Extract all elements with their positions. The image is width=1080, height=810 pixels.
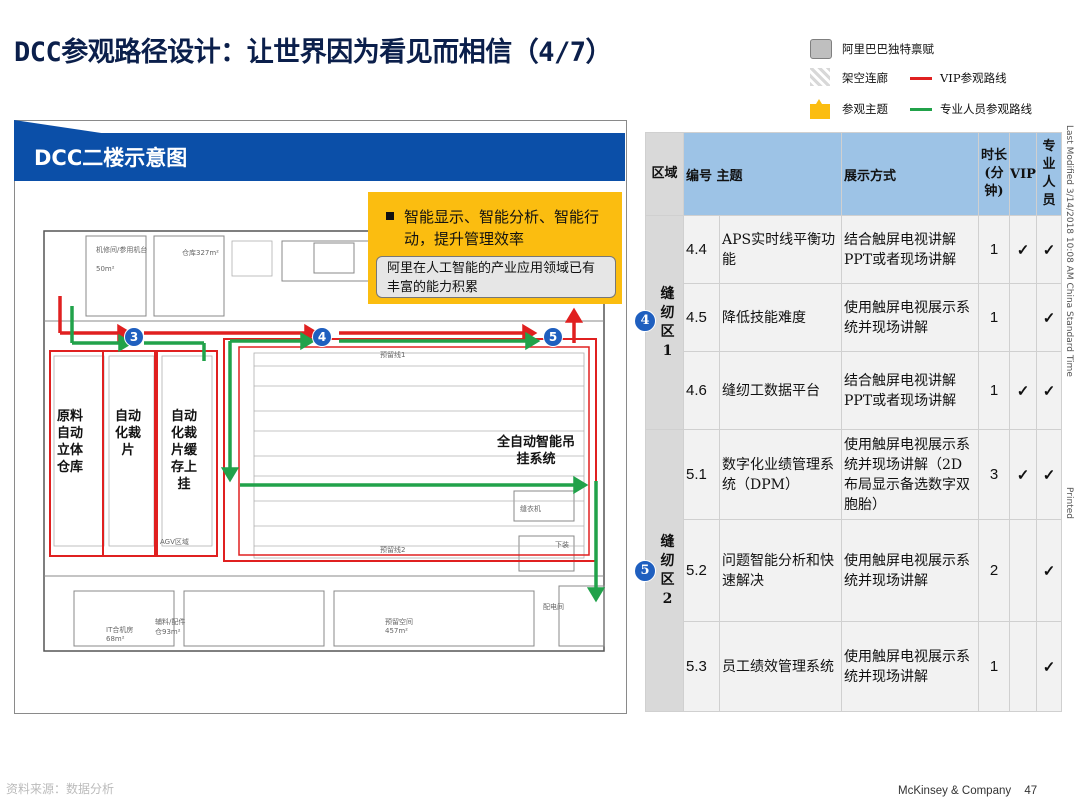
row-vip-check: ✓ (1009, 351, 1037, 430)
fp-small-label: 50m² (96, 265, 115, 273)
area-label-hanging-system: 全自动智能吊挂系统 (496, 435, 575, 467)
row-pro-check: ✓ (1036, 283, 1062, 352)
zone-cell-1: 4 缝纫区1 (634, 215, 684, 430)
page-number: 47 (1024, 785, 1038, 797)
row-pro-check: ✓ (1036, 215, 1062, 284)
row-duration: 1 (978, 621, 1010, 712)
fp-small-label: AGV区域 (160, 538, 189, 546)
route-badge-3: 3 (124, 327, 144, 347)
zone-cell-2: 5 缝纫区2 (634, 429, 684, 712)
row-duration: 1 (978, 351, 1010, 430)
row-duration: 2 (978, 519, 1010, 622)
row-code: 4.6 (683, 351, 720, 430)
page-title: DCC参观路径设计：让世界因为看见而相信（4/7） (14, 37, 613, 68)
company-name: McKinsey & Company (898, 785, 1012, 797)
row-vip-check (1009, 519, 1037, 622)
callout-note: 阿里在人工智能的产业应用领域已有丰富的能力积累 (376, 256, 616, 298)
last-modified-note: Last Modified 3/14/2018 10:08 AM China S… (1064, 125, 1074, 377)
row-vip-check: ✓ (1009, 429, 1037, 520)
header-method: 展示方式 (841, 132, 979, 216)
fp-small-label: 457m² (385, 627, 408, 635)
fp-small-label: 预留线2 (380, 546, 406, 554)
row-method: 结合触屏电视讲解PPT或者现场讲解 (841, 215, 979, 284)
row-code: 5.2 (683, 519, 720, 622)
table-row: 5 缝纫区2 5.1 数字化业绩管理系统（DPM） 使用触屏电视展示系统并现场讲… (634, 429, 1062, 712)
row-pro-check: ✓ (1036, 429, 1062, 520)
row-theme: 员工绩效管理系统 (719, 621, 842, 712)
row-duration: 3 (978, 429, 1010, 520)
row-pro-check: ✓ (1036, 621, 1062, 712)
header-vip: VIP (1009, 132, 1037, 216)
route-badge-5: 5 (543, 327, 563, 347)
fp-small-label: 缝衣机 (520, 505, 541, 513)
area-label-auto-cutting: 自动化裁片 (114, 409, 141, 458)
row-method: 结合触屏电视讲解PPT或者现场讲解 (841, 351, 979, 430)
legend-vip-line (910, 77, 932, 80)
row-theme: 问题智能分析和快速解决 (719, 519, 842, 622)
row-duration: 1 (978, 215, 1010, 284)
row-vip-check: ✓ (1009, 215, 1037, 284)
tour-table: 区域 编号 主题 展示方式 时长(分钟) VIP 专业人员 4 缝纫区1 4.4… (634, 132, 1062, 712)
row-code: 5.1 (683, 429, 720, 520)
table-row: 5.2 问题智能分析和快速解决 使用触屏电视展示系统并现场讲解 2 ✓ (646, 519, 1062, 622)
legend-label-vip: VIP参观路线 (940, 71, 1007, 85)
table-row: 5.3 员工绩效管理系统 使用触屏电视展示系统并现场讲解 1 ✓ (646, 621, 1062, 712)
legend-pro-line (910, 108, 932, 111)
legend-gray-swatch (810, 39, 832, 59)
table-header-row: 区域 编号 主题 展示方式 时长(分钟) VIP 专业人员 (645, 132, 1062, 216)
legend-hatch-swatch (810, 68, 830, 86)
fp-small-label: 配电间 (543, 603, 564, 611)
row-code: 4.4 (683, 215, 720, 284)
fp-small-label: 预留空间 (385, 618, 413, 626)
row-vip-check (1009, 621, 1037, 712)
bullet-icon (386, 212, 394, 220)
row-code: 5.3 (683, 621, 720, 712)
panel-tab (14, 120, 108, 134)
fp-small-label: 仓库327m² (182, 249, 219, 257)
legend-label-theme: 参观主题 (842, 102, 888, 116)
row-duration: 1 (978, 283, 1010, 352)
row-method: 使用触屏电视展示系统并现场讲解 (841, 519, 979, 622)
row-code: 4.5 (683, 283, 720, 352)
fp-small-label: 仓93m² (155, 628, 181, 636)
fp-small-label: IT合机房 (106, 626, 134, 634)
table-row: 4.5 降低技能难度 使用触屏电视展示系统并现场讲解 1 ✓ (646, 283, 1062, 352)
watermark: 资料来源：数据分析 (6, 782, 115, 796)
row-theme: 缝纫工数据平台 (719, 351, 842, 430)
legend-theme-swatch (810, 99, 830, 119)
callout-point: 智能显示、智能分析、智能行动，提升管理效率 (386, 206, 616, 250)
row-vip-check (1009, 283, 1037, 352)
row-method: 使用触屏电视展示系统并现场讲解（2D布局显示备选数字双胞胎） (841, 429, 979, 520)
legend-label-pro: 专业人员参观路线 (940, 102, 1032, 116)
table-row: 4 缝纫区1 4.4 APS实时线平衡功能 结合触屏电视讲解PPT或者现场讲解 … (634, 215, 1062, 430)
footer-company: McKinsey & Company 47 (898, 785, 1037, 797)
route-badge-4: 4 (312, 327, 332, 347)
row-theme: 降低技能难度 (719, 283, 842, 352)
table-row: 4.6 缝纫工数据平台 结合触屏电视讲解PPT或者现场讲解 1 ✓ ✓ (646, 351, 1062, 430)
row-theme: APS实时线平衡功能 (719, 215, 842, 284)
printed-note: Printed (1064, 487, 1074, 519)
header-code-theme: 编号 主题 (683, 132, 842, 216)
zone-badge-5: 5 (634, 560, 656, 582)
header-zone: 区域 (645, 132, 684, 216)
row-method: 使用触屏电视展示系统并现场讲解 (841, 621, 979, 712)
legend-label-corridor: 架空连廊 (842, 71, 888, 85)
area-label-raw-material-warehouse: 原料自动立体仓库 (56, 409, 83, 475)
header-pro: 专业人员 (1036, 132, 1062, 216)
legend-label-alibaba: 阿里巴巴独特禀赋 (842, 42, 934, 56)
header-duration: 时长(分钟) (978, 132, 1010, 216)
area-label-cutting-buffer: 自动化裁片缓存上挂 (170, 409, 197, 492)
row-pro-check: ✓ (1036, 351, 1062, 430)
fp-small-label: 68m² (106, 635, 125, 643)
fp-small-label: 下装 (555, 541, 569, 549)
fp-small-label: 辅料/配件 (155, 618, 186, 626)
row-pro-check: ✓ (1036, 519, 1062, 622)
fp-small-label: 机修间/参用机台 (96, 246, 148, 254)
panel-title: DCC二楼示意图 (34, 146, 188, 170)
row-method: 使用触屏电视展示系统并现场讲解 (841, 283, 979, 352)
row-theme: 数字化业绩管理系统（DPM） (719, 429, 842, 520)
callout-point-text: 智能显示、智能分析、智能行动，提升管理效率 (404, 208, 600, 248)
fp-small-label: 预留线1 (380, 351, 406, 359)
zone-badge-4: 4 (634, 310, 656, 332)
